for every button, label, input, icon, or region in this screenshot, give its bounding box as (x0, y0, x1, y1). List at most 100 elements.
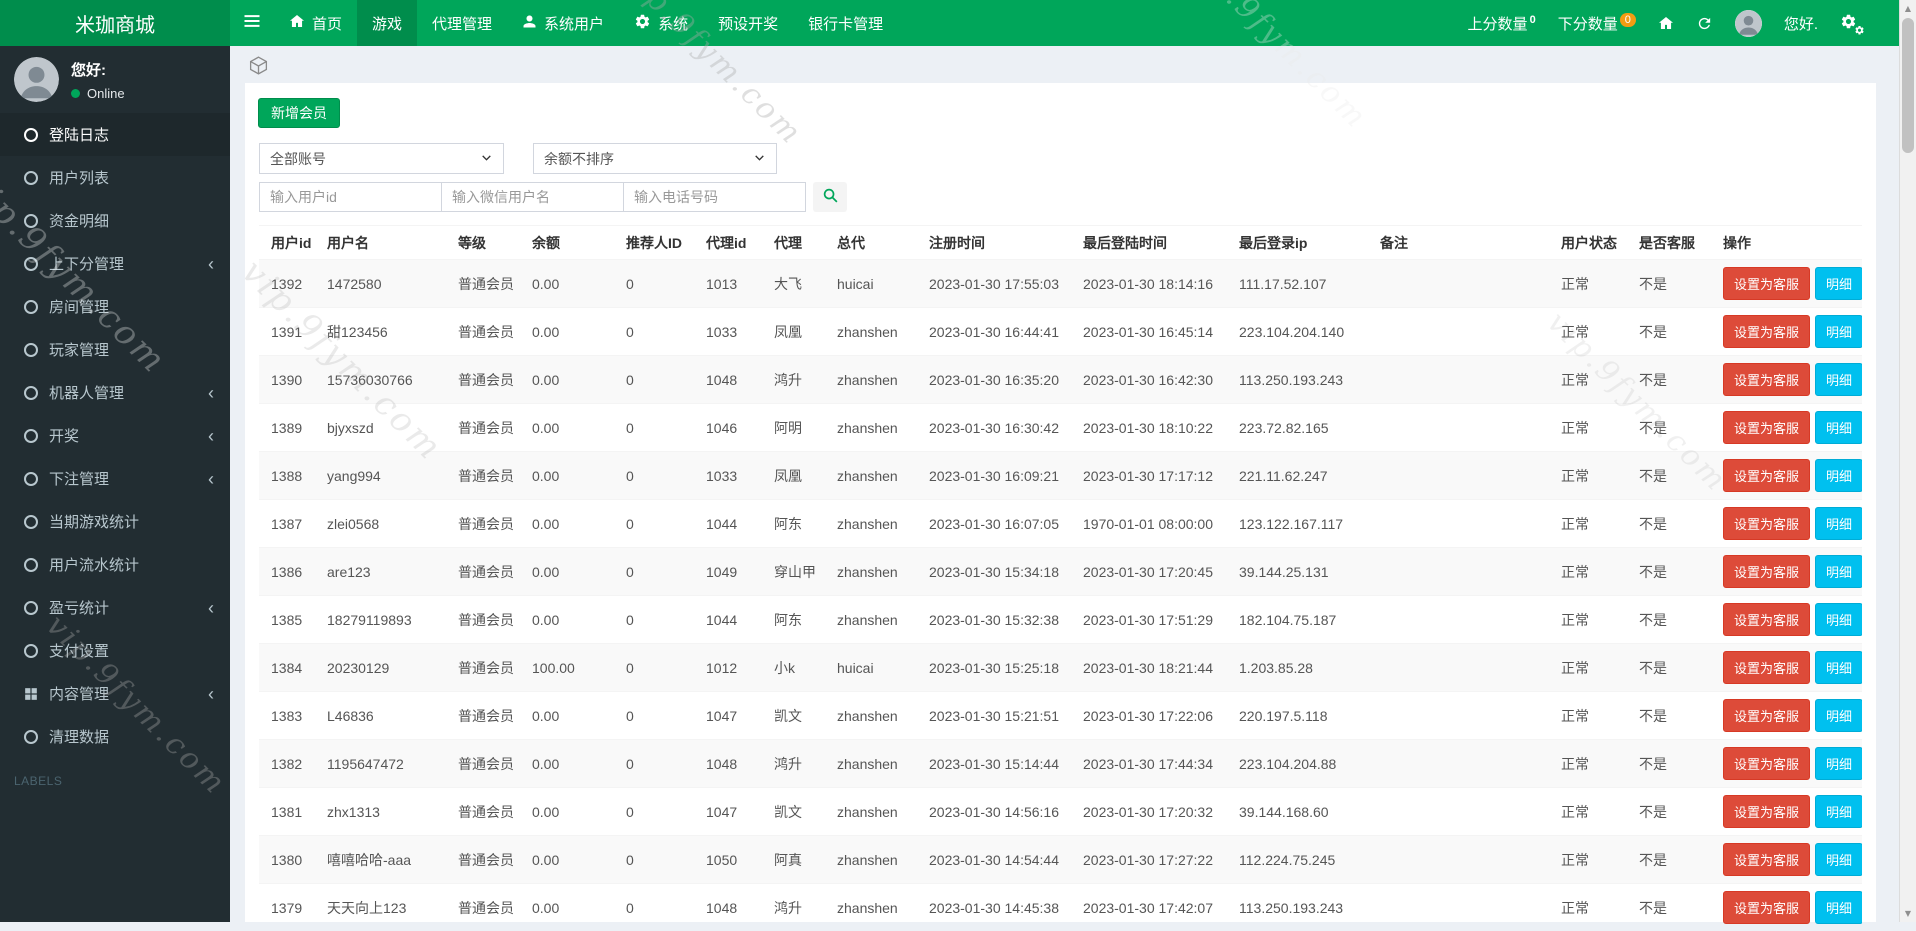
sidebar-item-user-list[interactable]: 用户列表 (0, 156, 230, 199)
table-cell: 2023-01-30 17:20:32 (1071, 788, 1227, 836)
account-type-select[interactable]: 全部账号 (259, 143, 504, 174)
nav-item-label: 首页 (312, 13, 342, 34)
table-cell: 100.00 (520, 644, 614, 692)
detail-button[interactable]: 明细 (1815, 363, 1862, 396)
settings-gears-icon[interactable] (1840, 13, 1857, 34)
set-service-button[interactable]: 设置为客服 (1723, 699, 1810, 732)
table-cell: 1386 (259, 548, 315, 596)
table-row: 13921472580普通会员0.0001013大飞huicai2023-01-… (259, 260, 1862, 308)
phone-input[interactable] (623, 182, 806, 212)
remark-cell (1368, 884, 1549, 931)
set-service-button[interactable]: 设置为客服 (1723, 795, 1810, 828)
nav-item-label: 系统用户 (544, 13, 604, 34)
table-row: 1383L46836普通会员0.0001047凯文zhanshen2023-01… (259, 692, 1862, 740)
sidebar-item-clean-data[interactable]: 清理数据 (0, 715, 230, 758)
table-cell: 普通会员 (446, 644, 520, 692)
online-status[interactable]: Online (71, 86, 125, 101)
set-service-button[interactable]: 设置为客服 (1723, 843, 1810, 876)
detail-button[interactable]: 明细 (1815, 651, 1862, 684)
nav-item-bank-card-manage[interactable]: 银行卡管理 (793, 0, 898, 46)
table-cell: 223.104.204.140 (1227, 308, 1368, 356)
sidebar-item-payment-settings[interactable]: 支付设置 (0, 629, 230, 672)
up-score-count[interactable]: 上分数量0 (1468, 13, 1536, 34)
detail-button[interactable]: 明细 (1815, 843, 1862, 876)
is-service-cell: 不是 (1627, 644, 1711, 692)
set-service-button[interactable]: 设置为客服 (1723, 651, 1810, 684)
down-score-count[interactable]: 下分数量0 (1558, 13, 1636, 34)
user-id-input[interactable] (259, 182, 442, 212)
home-icon[interactable] (1658, 15, 1674, 31)
nav-item-home[interactable]: 首页 (274, 0, 357, 46)
set-service-button[interactable]: 设置为客服 (1723, 747, 1810, 780)
scroll-down-arrow-icon[interactable]: ▼ (1900, 905, 1916, 922)
detail-button[interactable]: 明细 (1815, 267, 1862, 300)
nav-item-system-users[interactable]: 系统用户 (507, 0, 619, 46)
search-button[interactable] (813, 182, 847, 212)
navbar-avatar[interactable] (1735, 10, 1762, 37)
detail-button[interactable]: 明细 (1815, 411, 1862, 444)
brand-logo[interactable]: 米珈商城 (0, 0, 230, 46)
detail-button[interactable]: 明细 (1815, 699, 1862, 732)
sidebar-item-score-manage[interactable]: 上下分管理‹ (0, 242, 230, 285)
actions-cell: 设置为客服明细 (1711, 740, 1862, 788)
table-cell: 0 (614, 500, 694, 548)
set-service-button[interactable]: 设置为客服 (1723, 555, 1810, 588)
table-cell: 阿东 (762, 500, 825, 548)
circle-icon (24, 558, 38, 572)
table-cell: 普通会员 (446, 884, 520, 931)
navbar-greeting[interactable]: 您好. (1784, 13, 1818, 34)
sidebar-item-player-manage[interactable]: 玩家管理 (0, 328, 230, 371)
table-cell: 15736030766 (315, 356, 446, 404)
set-service-button[interactable]: 设置为客服 (1723, 267, 1810, 300)
detail-button[interactable]: 明细 (1815, 459, 1862, 492)
detail-button[interactable]: 明细 (1815, 891, 1862, 924)
set-service-button[interactable]: 设置为客服 (1723, 891, 1810, 924)
set-service-button[interactable]: 设置为客服 (1723, 315, 1810, 348)
column-header: 备注 (1368, 226, 1549, 260)
add-member-button[interactable]: 新增会员 (258, 98, 340, 128)
scrollbar[interactable]: ▲ ▼ (1899, 0, 1916, 922)
refresh-icon[interactable] (1696, 15, 1713, 32)
set-service-button[interactable]: 设置为客服 (1723, 507, 1810, 540)
cube-icon[interactable] (248, 55, 269, 76)
circle-icon (24, 515, 38, 529)
table-cell: 0.00 (520, 260, 614, 308)
status-cell: 正常 (1549, 548, 1627, 596)
detail-button[interactable]: 明细 (1815, 555, 1862, 588)
detail-button[interactable]: 明细 (1815, 315, 1862, 348)
sidebar-item-user-flow-stats[interactable]: 用户流水统计 (0, 543, 230, 586)
balance-sort-select[interactable]: 余额不排序 (533, 143, 777, 174)
nav-item-games[interactable]: 游戏 (357, 0, 417, 46)
sidebar-item-content-manage[interactable]: 内容管理‹ (0, 672, 230, 715)
table-cell: 天天向上123 (315, 884, 446, 931)
nav-item-agent-manage[interactable]: 代理管理 (417, 0, 507, 46)
remark-cell (1368, 404, 1549, 452)
wechat-name-input[interactable] (441, 182, 624, 212)
nav-item-preset-lottery[interactable]: 预设开奖 (703, 0, 793, 46)
sidebar-item-funds-detail[interactable]: 资金明细 (0, 199, 230, 242)
hamburger-menu-icon[interactable] (230, 0, 274, 46)
sidebar-item-lottery[interactable]: 开奖‹ (0, 414, 230, 457)
set-service-button[interactable]: 设置为客服 (1723, 363, 1810, 396)
scroll-up-arrow-icon[interactable]: ▲ (1900, 0, 1916, 17)
nav-item-system[interactable]: 系统 (619, 0, 703, 46)
sidebar-item-bet-manage[interactable]: 下注管理‹ (0, 457, 230, 500)
sidebar-item-login-log[interactable]: 登陆日志 (0, 113, 230, 156)
sidebar-item-profit-stats[interactable]: 盈亏统计‹ (0, 586, 230, 629)
set-service-button[interactable]: 设置为客服 (1723, 603, 1810, 636)
set-service-button[interactable]: 设置为客服 (1723, 459, 1810, 492)
set-service-button[interactable]: 设置为客服 (1723, 411, 1810, 444)
detail-button[interactable]: 明细 (1815, 507, 1862, 540)
detail-button[interactable]: 明细 (1815, 603, 1862, 636)
table-cell: 普通会员 (446, 740, 520, 788)
detail-button[interactable]: 明细 (1815, 747, 1862, 780)
sidebar-item-robot-manage[interactable]: 机器人管理‹ (0, 371, 230, 414)
table-cell: bjyxszd (315, 404, 446, 452)
table-cell: zhanshen (825, 596, 917, 644)
table-cell: 普通会员 (446, 596, 520, 644)
sidebar-item-current-game-stats[interactable]: 当期游戏统计 (0, 500, 230, 543)
column-header: 最后登陆时间 (1071, 226, 1227, 260)
sidebar-item-room-manage[interactable]: 房间管理 (0, 285, 230, 328)
detail-button[interactable]: 明细 (1815, 795, 1862, 828)
scrollbar-thumb[interactable] (1902, 18, 1914, 153)
